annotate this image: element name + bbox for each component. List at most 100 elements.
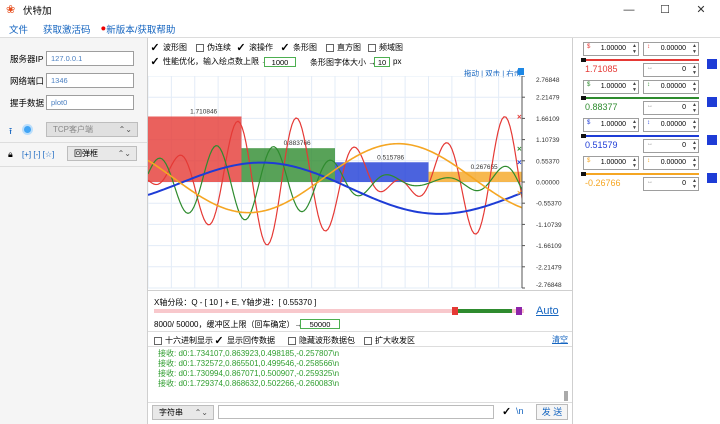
spin-arrows-icon[interactable]: ▲ ▼ <box>632 81 637 93</box>
y-tick-label: -0.55370 <box>536 201 562 208</box>
channel-color-line <box>583 97 699 99</box>
channel-pos-input[interactable]: ↔ 0 ▲ ▼ <box>643 101 699 115</box>
auto-button[interactable]: Auto <box>536 305 559 317</box>
checkbox[interactable] <box>288 336 296 345</box>
send-bar: 字符串 ⌃⌄ ✓ \n 发 送 <box>148 402 572 420</box>
buffer-input[interactable]: 50000 <box>300 319 340 329</box>
spin-arrows-icon[interactable]: ▲ ▼ <box>632 43 637 55</box>
spin-arrows-icon[interactable]: ▲ ▼ <box>632 119 637 131</box>
spin-arrows-icon[interactable]: ▲ ▼ <box>692 119 697 131</box>
mode-select[interactable]: TCP客户端 ⌃⌄ <box>46 122 138 137</box>
marker-x: × <box>517 158 522 167</box>
spin-arrows-icon[interactable]: ▲ ▼ <box>692 64 697 76</box>
encoding-select[interactable]: 字符串 ⌃⌄ <box>152 405 214 420</box>
channel-pos-input[interactable]: ↔ 0 ▲ ▼ <box>643 139 699 153</box>
handshake-label: 握手数据 <box>10 97 45 108</box>
marker-x: × <box>517 144 522 153</box>
lock-icon[interactable]: 🔒︎ <box>8 149 13 160</box>
menu-file[interactable]: 文件 <box>9 22 28 36</box>
channel-color-button[interactable] <box>707 97 717 107</box>
y-tick-label: 1.66109 <box>536 116 560 123</box>
mode-select-value: TCP客户端 <box>53 125 93 134</box>
maximize-button[interactable]: ☐ <box>648 0 682 20</box>
menu-activate[interactable]: 获取激活码 <box>43 22 91 36</box>
spin-arrows-icon[interactable]: ▲ ▼ <box>692 81 697 93</box>
spin-arrows-icon[interactable]: ▲ ▼ <box>692 43 697 55</box>
channel-scale-input[interactable]: $1.00000 ▲ ▼ <box>583 80 639 94</box>
scrollbar-thumb[interactable] <box>564 391 568 401</box>
check-icon[interactable]: ✓ <box>236 42 246 53</box>
barfont-input[interactable]: 10 <box>374 57 390 67</box>
channel-offset-input[interactable]: ↕ 0.00000 ▲ ▼ <box>643 80 699 94</box>
ip-input[interactable]: 127.0.0.1 <box>46 51 134 66</box>
scale-icon: $ <box>587 158 591 164</box>
chevron-updown-icon: ⌃⌄ <box>118 125 132 134</box>
offset-icon: ↕ <box>647 44 650 50</box>
check-icon[interactable]: ✓ <box>280 42 290 53</box>
close-button[interactable]: ✕ <box>684 0 718 20</box>
px-label: px <box>393 57 402 66</box>
channel-scale-input[interactable]: $1.00000 ▲ ▼ <box>583 42 639 56</box>
popup-select[interactable]: 回弹框 ⌃⌄ <box>67 146 137 161</box>
port-input[interactable]: 1346 <box>46 73 134 88</box>
check-icon[interactable]: ✓ <box>214 335 224 346</box>
channel-marker <box>581 96 586 100</box>
channel-offset-input[interactable]: ↕ 0.00000 ▲ ▼ <box>643 118 699 132</box>
spin-arrows-icon[interactable]: ▲ ▼ <box>632 157 637 169</box>
hex-option: 十六进制显示 <box>165 336 213 345</box>
channel-group: $1.00000 ▲ ▼ ↕ 0.00000 ▲ ▼ 0.51579 ↔ 0 ▲ ▼ <box>581 118 720 154</box>
hide-packets-option: 隐藏波形数据包 <box>299 336 355 345</box>
channel-color-button[interactable] <box>707 135 717 145</box>
y-tick-label: -2.21479 <box>536 264 562 271</box>
menu-help[interactable]: 新版本/获取帮助 <box>106 22 175 36</box>
marker-x: × <box>517 188 522 197</box>
x-range-fill <box>452 309 512 313</box>
chart: 1.7108460.8837660.5157860.267655××××2.76… <box>148 76 572 289</box>
channel-scale-input[interactable]: $1.00000 ▲ ▼ <box>583 156 639 170</box>
clear-button[interactable]: 清空 <box>552 334 568 345</box>
upload-icon[interactable]: ⭱ <box>9 124 12 140</box>
channel-offset-input[interactable]: ↕ 0.00000 ▲ ▼ <box>643 42 699 56</box>
slider-handle-left[interactable] <box>452 307 458 315</box>
recv-line: 接收: d0:1.729374,0.868632,0.502266,-0.260… <box>158 379 340 388</box>
channel-color-line <box>583 59 699 61</box>
checkbox[interactable] <box>364 336 372 345</box>
marker-x: × <box>517 113 522 122</box>
send-button[interactable]: 发 送 <box>536 404 568 420</box>
y-tick-label: 2.21479 <box>536 95 560 102</box>
spin-arrows-icon[interactable]: ▲ ▼ <box>692 140 697 152</box>
check-icon[interactable]: ✓ <box>150 56 160 67</box>
send-input[interactable] <box>218 405 494 419</box>
channel-marker <box>581 58 586 62</box>
channel-offset-input[interactable]: ↕ 0.00000 ▲ ▼ <box>643 156 699 170</box>
plot-handle[interactable] <box>518 68 524 75</box>
newline-label: \n <box>516 406 524 416</box>
spin-arrows-icon[interactable]: ▲ ▼ <box>692 157 697 169</box>
slider-handle-right[interactable] <box>516 307 522 315</box>
spin-arrows-icon[interactable]: ▲ ▼ <box>692 102 697 114</box>
channel-pos-input[interactable]: ↔ 0 ▲ ▼ <box>643 63 699 77</box>
check-icon[interactable]: ✓ <box>150 42 160 53</box>
minimize-button[interactable]: — <box>612 0 646 20</box>
offset-icon: ↕ <box>647 82 650 88</box>
handshake-input[interactable]: plot0 <box>46 95 134 110</box>
checkbox[interactable] <box>196 43 204 52</box>
channel-scale-input[interactable]: $1.00000 ▲ ▼ <box>583 118 639 132</box>
checkbox[interactable] <box>326 43 334 52</box>
offset-icon: ↕ <box>647 158 650 164</box>
scale-icon: $ <box>587 44 591 50</box>
connect-toggle[interactable] <box>22 124 33 135</box>
channel-color-button[interactable] <box>707 59 717 69</box>
newline-check-icon[interactable]: ✓ <box>502 405 511 418</box>
checkbox[interactable] <box>154 336 162 345</box>
checkbox[interactable] <box>368 43 376 52</box>
y-tick-label: -1.66109 <box>536 243 562 250</box>
bracket-buttons[interactable]: [+] [-] [☆] <box>22 150 54 159</box>
channel-pos-input[interactable]: ↔ 0 ▲ ▼ <box>643 177 699 191</box>
y-tick-label: 0.55370 <box>536 158 560 165</box>
menu-bar: 文件 获取激活码 ● 新版本/获取帮助 <box>0 20 720 38</box>
channel-color-button[interactable] <box>707 173 717 183</box>
perf-input[interactable]: 1000 <box>264 57 296 67</box>
channel-group: $1.00000 ▲ ▼ ↕ 0.00000 ▲ ▼ 1.71085 ↔ 0 ▲ ▼ <box>581 42 720 78</box>
spin-arrows-icon[interactable]: ▲ ▼ <box>692 178 697 190</box>
